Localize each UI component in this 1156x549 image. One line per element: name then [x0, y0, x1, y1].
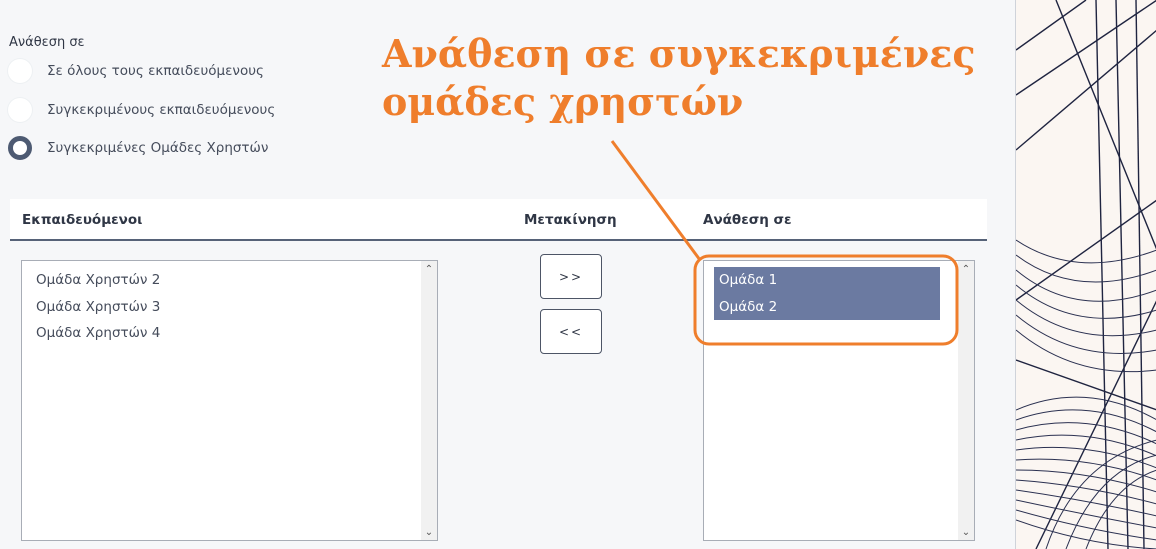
annotation-callout: Ανάθεση σε συγκεκριμένες ομάδες χρηστών	[382, 30, 975, 126]
list-item[interactable]: Ομάδα Χρηστών 3	[22, 294, 437, 321]
transfer-table-header: Εκπαιδευόμενοι Μετακίνηση Ανάθεση σε	[10, 199, 987, 241]
list-item-selected[interactable]: Ομάδα 2	[714, 294, 940, 321]
radio-circle-checked[interactable]	[8, 136, 32, 160]
available-groups-list[interactable]: Ομάδα Χρηστών 2 Ομάδα Χρηστών 3 Ομάδα Χρ…	[21, 260, 438, 541]
scroll-down-icon[interactable]: ⌄	[958, 524, 974, 540]
move-left-button[interactable]: <<	[540, 309, 602, 354]
radio-circle[interactable]	[8, 59, 32, 83]
scrollbar[interactable]: ⌃ ⌄	[958, 261, 974, 540]
scrollbar[interactable]: ⌃ ⌄	[421, 261, 437, 540]
scroll-down-icon[interactable]: ⌄	[421, 524, 437, 540]
radio-circle[interactable]	[8, 98, 32, 122]
annotation-line-1: Ανάθεση σε συγκεκριμένες	[382, 31, 976, 76]
header-move: Μετακίνηση	[524, 212, 617, 228]
header-trainees: Εκπαιδευόμενοι	[22, 212, 143, 228]
radio-label: Σε όλους τους εκπαιδευόμενους	[47, 63, 264, 79]
selected-items: Ομάδα 1 Ομάδα 2	[714, 267, 940, 320]
scroll-up-icon[interactable]: ⌃	[958, 261, 974, 277]
radio-all-trainees[interactable]: Σε όλους τους εκπαιδευόμενους	[8, 56, 264, 86]
radio-specific-groups[interactable]: Συγκεκριμένες Ομάδες Χρηστών	[8, 133, 268, 163]
move-right-button[interactable]: >>	[540, 254, 602, 299]
list-item-selected[interactable]: Ομάδα 1	[714, 267, 940, 294]
scroll-up-icon[interactable]: ⌃	[421, 261, 437, 277]
annotation-line-2: ομάδες χρηστών	[382, 79, 744, 124]
decorative-pattern	[1015, 0, 1156, 549]
list-item[interactable]: Ομάδα Χρηστών 2	[22, 267, 437, 294]
wireframe-pattern-icon	[1016, 0, 1156, 549]
assignment-panel: Ανάθεση σε Σε όλους τους εκπαιδευόμενους…	[0, 0, 1015, 549]
assigned-groups-list[interactable]: Ομάδα 1 Ομάδα 2 ⌃ ⌄	[703, 260, 975, 541]
radio-specific-trainees[interactable]: Συγκεκριμένους εκπαιδευόμενους	[8, 95, 275, 125]
list-item[interactable]: Ομάδα Χρηστών 4	[22, 320, 437, 347]
radio-label: Συγκεκριμένους εκπαιδευόμενους	[47, 102, 276, 118]
radio-label: Συγκεκριμένες Ομάδες Χρηστών	[47, 140, 269, 156]
assign-to-label: Ανάθεση σε	[9, 35, 85, 50]
header-assign-to: Ανάθεση σε	[703, 212, 792, 228]
